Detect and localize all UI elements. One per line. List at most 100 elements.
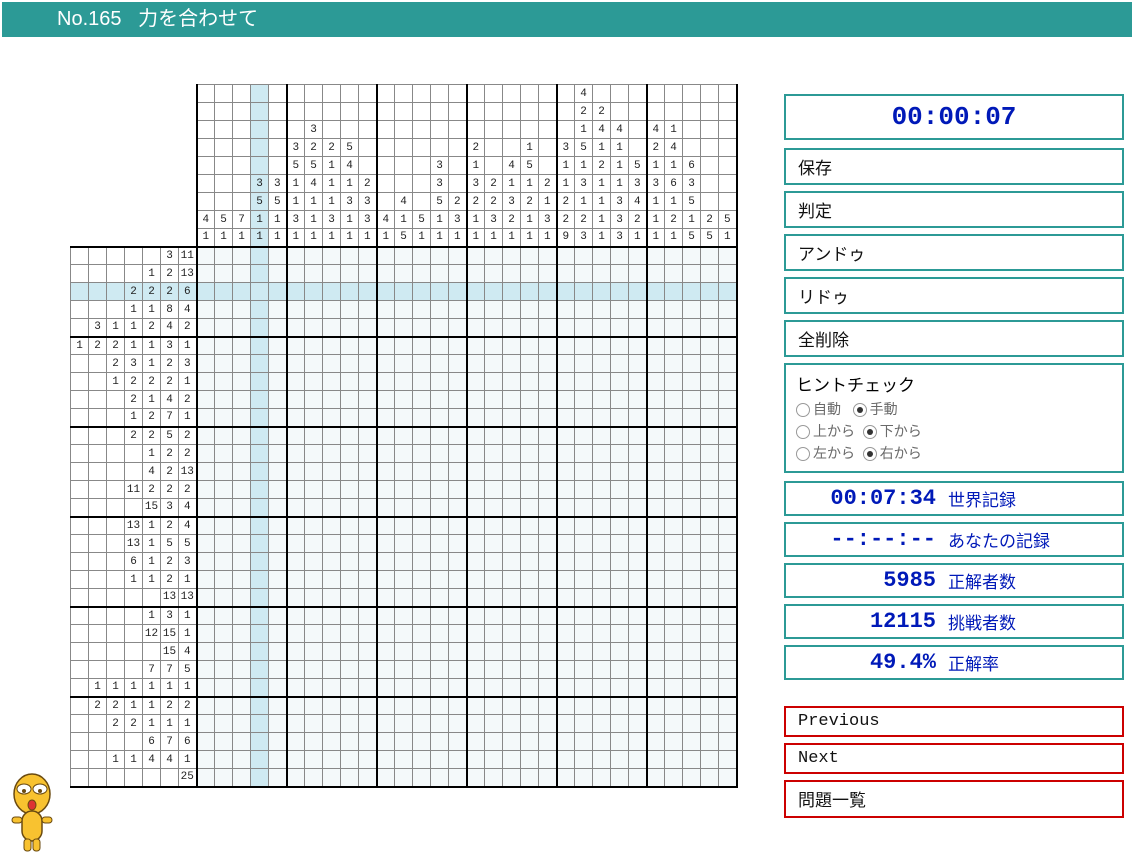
grid-cell[interactable] (647, 679, 665, 697)
grid-cell[interactable] (305, 733, 323, 751)
grid-cell[interactable] (197, 571, 215, 589)
grid-cell[interactable] (683, 247, 701, 265)
grid-cell[interactable] (341, 319, 359, 337)
grid-cell[interactable] (197, 625, 215, 643)
grid-cell[interactable] (305, 427, 323, 445)
grid-cell[interactable] (251, 283, 269, 301)
grid-cell[interactable] (575, 355, 593, 373)
grid-cell[interactable] (233, 427, 251, 445)
grid-cell[interactable] (629, 481, 647, 499)
grid-cell[interactable] (251, 355, 269, 373)
grid-cell[interactable] (467, 679, 485, 697)
grid-cell[interactable] (305, 535, 323, 553)
grid-cell[interactable] (701, 247, 719, 265)
grid-cell[interactable] (359, 265, 377, 283)
grid-cell[interactable] (683, 445, 701, 463)
grid-cell[interactable] (683, 643, 701, 661)
grid-cell[interactable] (719, 409, 737, 427)
grid-cell[interactable] (215, 463, 233, 481)
grid-cell[interactable] (341, 607, 359, 625)
grid-cell[interactable] (683, 571, 701, 589)
grid-cell[interactable] (467, 535, 485, 553)
grid-cell[interactable] (359, 697, 377, 715)
radio-bottom[interactable] (863, 425, 877, 439)
grid-cell[interactable] (413, 625, 431, 643)
grid-cell[interactable] (593, 661, 611, 679)
grid-cell[interactable] (377, 517, 395, 535)
grid-cell[interactable] (467, 409, 485, 427)
grid-cell[interactable] (449, 265, 467, 283)
grid-cell[interactable] (503, 697, 521, 715)
grid-cell[interactable] (269, 391, 287, 409)
grid-cell[interactable] (611, 607, 629, 625)
grid-cell[interactable] (683, 661, 701, 679)
grid-cell[interactable] (629, 607, 647, 625)
grid-cell[interactable] (485, 517, 503, 535)
grid-cell[interactable] (269, 499, 287, 517)
grid-cell[interactable] (665, 337, 683, 355)
grid-cell[interactable] (323, 481, 341, 499)
grid-cell[interactable] (215, 319, 233, 337)
grid-cell[interactable] (665, 535, 683, 553)
grid-cell[interactable] (251, 445, 269, 463)
grid-cell[interactable] (449, 751, 467, 769)
grid-cell[interactable] (323, 319, 341, 337)
grid-cell[interactable] (197, 283, 215, 301)
grid-cell[interactable] (575, 571, 593, 589)
grid-cell[interactable] (233, 499, 251, 517)
grid-cell[interactable] (449, 373, 467, 391)
grid-cell[interactable] (611, 409, 629, 427)
grid-cell[interactable] (647, 283, 665, 301)
grid-cell[interactable] (251, 409, 269, 427)
grid-cell[interactable] (413, 697, 431, 715)
grid-cell[interactable] (557, 283, 575, 301)
grid-cell[interactable] (449, 643, 467, 661)
grid-cell[interactable] (197, 247, 215, 265)
grid-cell[interactable] (467, 499, 485, 517)
grid-cell[interactable] (629, 751, 647, 769)
grid-cell[interactable] (359, 661, 377, 679)
grid-cell[interactable] (539, 499, 557, 517)
grid-cell[interactable] (647, 697, 665, 715)
grid-cell[interactable] (629, 391, 647, 409)
grid-cell[interactable] (197, 409, 215, 427)
grid-cell[interactable] (629, 373, 647, 391)
grid-cell[interactable] (539, 751, 557, 769)
grid-cell[interactable] (413, 517, 431, 535)
grid-cell[interactable] (719, 499, 737, 517)
grid-cell[interactable] (431, 751, 449, 769)
grid-cell[interactable] (485, 499, 503, 517)
grid-cell[interactable] (683, 337, 701, 355)
grid-cell[interactable] (449, 337, 467, 355)
grid-cell[interactable] (287, 355, 305, 373)
grid-cell[interactable] (611, 697, 629, 715)
grid-cell[interactable] (467, 373, 485, 391)
grid-cell[interactable] (647, 409, 665, 427)
grid-cell[interactable] (665, 463, 683, 481)
grid-cell[interactable] (215, 247, 233, 265)
grid-cell[interactable] (197, 319, 215, 337)
grid-cell[interactable] (377, 715, 395, 733)
grid-cell[interactable] (197, 265, 215, 283)
grid-cell[interactable] (503, 301, 521, 319)
grid-cell[interactable] (251, 643, 269, 661)
grid-cell[interactable] (359, 517, 377, 535)
grid-cell[interactable] (539, 679, 557, 697)
grid-cell[interactable] (449, 553, 467, 571)
grid-cell[interactable] (395, 445, 413, 463)
grid-cell[interactable] (305, 373, 323, 391)
grid-cell[interactable] (377, 733, 395, 751)
grid-cell[interactable] (449, 589, 467, 607)
grid-cell[interactable] (197, 733, 215, 751)
grid-cell[interactable] (431, 553, 449, 571)
grid-cell[interactable] (395, 265, 413, 283)
grid-cell[interactable] (215, 481, 233, 499)
grid-cell[interactable] (359, 445, 377, 463)
grid-cell[interactable] (593, 481, 611, 499)
grid-cell[interactable] (647, 481, 665, 499)
grid-cell[interactable] (665, 769, 683, 787)
grid-cell[interactable] (575, 427, 593, 445)
save-button[interactable]: 保存 (784, 148, 1124, 185)
grid-cell[interactable] (557, 463, 575, 481)
grid-cell[interactable] (449, 517, 467, 535)
